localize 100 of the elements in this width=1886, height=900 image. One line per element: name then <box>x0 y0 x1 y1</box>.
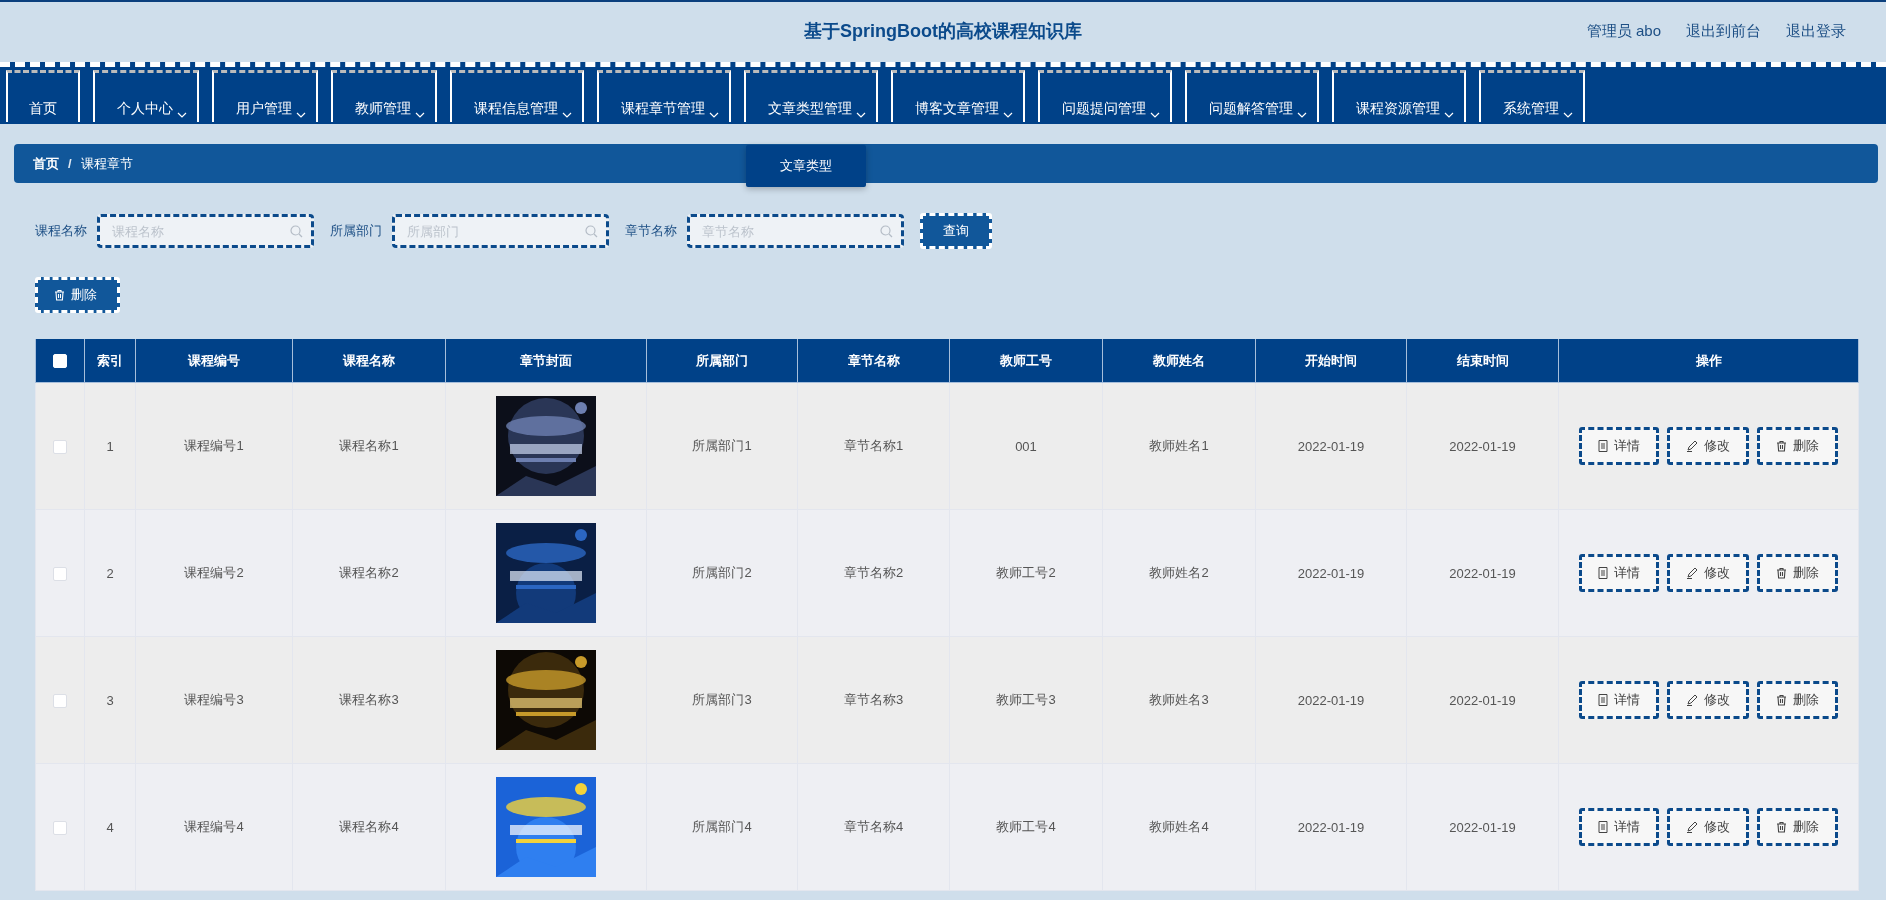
nav-tab[interactable]: 博客文章管理 <box>891 70 1025 122</box>
site-title: 基于SpringBoot的高校课程知识库 <box>804 20 1082 43</box>
nav-tab[interactable]: 课程章节管理 <box>597 70 731 122</box>
nav-tab[interactable]: 课程信息管理 <box>450 70 584 122</box>
table-cell: 所属部门3 <box>646 636 798 764</box>
pencil-icon <box>1686 694 1698 706</box>
table-cell: 教师工号2 <box>949 509 1103 637</box>
table-cell: 所属部门1 <box>646 382 798 510</box>
header-link[interactable]: 退出到前台 <box>1686 21 1761 41</box>
select-all-checkbox[interactable] <box>53 354 67 369</box>
document-icon <box>1598 821 1608 833</box>
nav-tab[interactable]: 教师管理 <box>331 70 437 122</box>
table-cell: 教师工号3 <box>949 636 1103 764</box>
table-cell: 2 <box>84 509 136 637</box>
table-cell: 课程编号2 <box>135 509 293 637</box>
field-label: 课程名称 <box>35 222 87 240</box>
table-cell: 2022-01-19 <box>1255 636 1407 764</box>
column-header: 索引 <box>84 339 136 383</box>
detail-button[interactable]: 详情 <box>1579 681 1659 719</box>
table-cell: 所属部门2 <box>646 509 798 637</box>
table-cell: 课程名称4 <box>292 763 446 891</box>
menu-item[interactable]: 文章类型 <box>746 145 866 187</box>
query-button[interactable]: 查询 <box>920 213 992 249</box>
row-checkbox[interactable] <box>53 693 67 708</box>
nav-tab[interactable]: 问题解答管理 <box>1185 70 1319 122</box>
delete-button[interactable]: 删除 <box>1757 808 1838 846</box>
detail-button[interactable]: 详情 <box>1579 427 1659 465</box>
caret-icon <box>1003 112 1013 118</box>
column-header: 操作 <box>1558 339 1859 383</box>
table-cell: 所属部门4 <box>646 763 798 891</box>
table-cell: 001 <box>949 382 1103 510</box>
table-cell: 2022-01-19 <box>1406 636 1559 764</box>
table-cell: 课程编号3 <box>135 636 293 764</box>
caret-icon <box>856 112 866 118</box>
delete-button[interactable]: 删除 <box>35 277 120 313</box>
table-cell: 4 <box>84 763 136 891</box>
table-cell: 章节名称1 <box>797 382 950 510</box>
table-cell: 教师姓名1 <box>1102 382 1256 510</box>
column-header: 章节名称 <box>797 339 950 383</box>
nav-tab[interactable]: 用户管理 <box>212 70 318 122</box>
pencil-icon <box>1686 440 1698 452</box>
document-icon <box>1598 440 1608 452</box>
table-cell: 课程名称1 <box>292 382 446 510</box>
caret-icon <box>709 112 719 118</box>
document-icon <box>1598 567 1608 579</box>
column-header: 结束时间 <box>1406 339 1559 383</box>
edit-button[interactable]: 修改 <box>1667 554 1749 592</box>
table-cell: 课程名称3 <box>292 636 446 764</box>
nav-tab[interactable]: 问题提问管理 <box>1038 70 1172 122</box>
trash-icon <box>1776 694 1787 706</box>
caret-icon <box>1150 112 1160 118</box>
edit-button[interactable]: 修改 <box>1667 427 1749 465</box>
edit-button[interactable]: 修改 <box>1667 808 1749 846</box>
header-link[interactable]: 管理员 abo <box>1586 21 1661 41</box>
trash-icon <box>1776 440 1787 452</box>
caret-icon <box>1297 112 1307 118</box>
delete-button[interactable]: 删除 <box>1757 427 1838 465</box>
table-cell: 课程名称2 <box>292 509 446 637</box>
edit-button[interactable]: 修改 <box>1667 681 1749 719</box>
column-header: 教师工号 <box>949 339 1103 383</box>
column-header: 章节封面 <box>445 339 647 383</box>
row-checkbox[interactable] <box>53 566 67 581</box>
search-icon <box>880 225 893 238</box>
row-checkbox[interactable] <box>53 439 67 454</box>
column-header: 所属部门 <box>646 339 798 383</box>
table-cell: 2022-01-19 <box>1406 763 1559 891</box>
detail-button[interactable]: 详情 <box>1579 808 1659 846</box>
field-label: 章节名称 <box>625 222 677 240</box>
table-cell: 章节名称3 <box>797 636 950 764</box>
detail-button[interactable]: 详情 <box>1579 554 1659 592</box>
delete-button[interactable]: 删除 <box>1757 681 1838 719</box>
delete-button[interactable]: 删除 <box>1757 554 1838 592</box>
row-checkbox[interactable] <box>53 820 67 835</box>
breadcrumb-item[interactable]: 首页 <box>33 154 59 173</box>
column-header: 开始时间 <box>1255 339 1407 383</box>
pencil-icon <box>1686 821 1698 833</box>
table-cell: 2022-01-19 <box>1406 509 1559 637</box>
search-icon <box>585 225 598 238</box>
nav-tab[interactable]: 个人中心 <box>93 70 199 122</box>
table-cell: 2022-01-19 <box>1255 763 1407 891</box>
trash-icon <box>1776 821 1787 833</box>
caret-icon <box>296 112 306 118</box>
table-cell: 课程编号4 <box>135 763 293 891</box>
nav-tab[interactable]: 课程资源管理 <box>1332 70 1466 122</box>
nav-tab[interactable]: 系统管理 <box>1479 70 1585 122</box>
table-cell: 章节名称2 <box>797 509 950 637</box>
table-cell: 教师姓名2 <box>1102 509 1256 637</box>
column-header: 课程名称 <box>292 339 446 383</box>
pencil-icon <box>1686 567 1698 579</box>
table-cell: 教师姓名3 <box>1102 636 1256 764</box>
column-header: 课程编号 <box>135 339 293 383</box>
table-cell: 2022-01-19 <box>1255 382 1407 510</box>
caret-icon <box>177 112 187 118</box>
table-cell: 2022-01-19 <box>1255 509 1407 637</box>
table-cell: 教师姓名4 <box>1102 763 1256 891</box>
table-cell: 课程编号1 <box>135 382 293 510</box>
field-label: 所属部门 <box>330 222 382 240</box>
nav-tab[interactable]: 首页 <box>6 70 80 122</box>
header-link[interactable]: 退出登录 <box>1786 21 1846 41</box>
breadcrumb-separator: / <box>68 156 72 171</box>
